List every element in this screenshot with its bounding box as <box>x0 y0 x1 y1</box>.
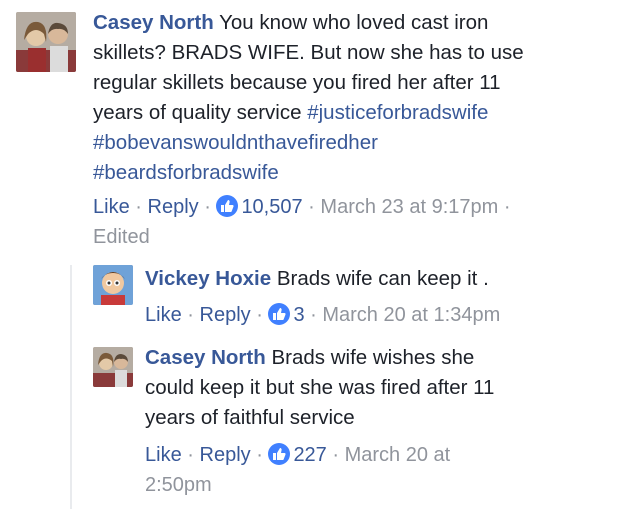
comment-body: Casey North You know who loved cast iron… <box>93 8 608 188</box>
timestamp[interactable]: March 23 at 9:17pm <box>320 196 498 218</box>
hashtag-link[interactable]: #bobevanswouldnthavefiredher <box>93 131 378 154</box>
reply-body: Casey North Brads wife wishes she could … <box>145 343 605 433</box>
reply-link[interactable]: Reply <box>200 304 251 326</box>
reaction-count[interactable]: 10,507 <box>241 196 302 218</box>
comment-text-line: skillets? BRADS WIFE. But now she has to… <box>93 41 524 64</box>
avatar[interactable] <box>93 265 133 305</box>
reaction-count[interactable]: 3 <box>293 304 304 326</box>
timestamp[interactable]: March 20 at 1:34pm <box>322 304 500 326</box>
comment-text-line: regular skillets because you fired her a… <box>93 71 501 94</box>
comment-actions: Like · Reply · 10,507 · March 23 at 9:17… <box>93 192 511 222</box>
like-link[interactable]: Like <box>145 444 182 466</box>
thumbs-up-icon[interactable] <box>268 443 291 465</box>
reply-vickey-hoxie: Vickey Hoxie Brads wife can keep it . Li… <box>0 260 620 340</box>
reply-link[interactable]: Reply <box>200 444 251 466</box>
reply-text: Brads wife can keep it . <box>276 267 489 290</box>
separator: · <box>332 444 340 466</box>
separator: · <box>187 304 194 326</box>
comment-author[interactable]: Casey North <box>93 11 214 34</box>
reply-author[interactable]: Casey North <box>145 346 266 369</box>
avatar[interactable] <box>16 12 76 72</box>
like-link[interactable]: Like <box>145 304 182 326</box>
separator: · <box>187 444 194 466</box>
reply-casey-north: Casey North Brads wife wishes she could … <box>0 340 620 509</box>
comment-casey-north-main: Casey North You know who loved cast iron… <box>0 0 620 260</box>
thumbs-up-icon[interactable] <box>216 195 239 217</box>
hashtag-link[interactable]: #justiceforbradswife <box>307 101 488 124</box>
reply-actions: Like · Reply · 227 · March 20 at <box>145 440 450 470</box>
reply-text-line: could keep it but she was fired after 11 <box>145 376 495 399</box>
comment-text-line: years of quality service <box>93 101 302 124</box>
separator: · <box>256 444 263 466</box>
timestamp[interactable]: March 20 at <box>345 444 451 466</box>
separator: · <box>310 304 317 326</box>
avatar[interactable] <box>93 347 133 387</box>
timestamp-continued[interactable]: 2:50pm <box>145 470 212 500</box>
separator: · <box>308 196 315 218</box>
separator: · <box>204 196 211 218</box>
thumbs-up-icon[interactable] <box>268 303 291 325</box>
reaction-count[interactable]: 227 <box>293 444 326 466</box>
separator: · <box>503 196 511 218</box>
comment-text-line: You know who loved cast iron <box>219 11 489 34</box>
separator: · <box>135 196 142 218</box>
reply-text-line: Brads wife wishes she <box>271 346 475 369</box>
reply-link[interactable]: Reply <box>148 196 199 218</box>
hashtag-link[interactable]: #beardsforbradswife <box>93 161 279 184</box>
separator: · <box>256 304 263 326</box>
edited-label[interactable]: Edited <box>93 222 150 252</box>
like-link[interactable]: Like <box>93 196 130 218</box>
reply-text-line: years of faithful service <box>145 406 355 429</box>
reply-actions: Like · Reply · 3 · March 20 at 1:34pm <box>145 300 500 330</box>
reply-body: Vickey Hoxie Brads wife can keep it . <box>145 264 605 294</box>
reply-author[interactable]: Vickey Hoxie <box>145 267 271 290</box>
